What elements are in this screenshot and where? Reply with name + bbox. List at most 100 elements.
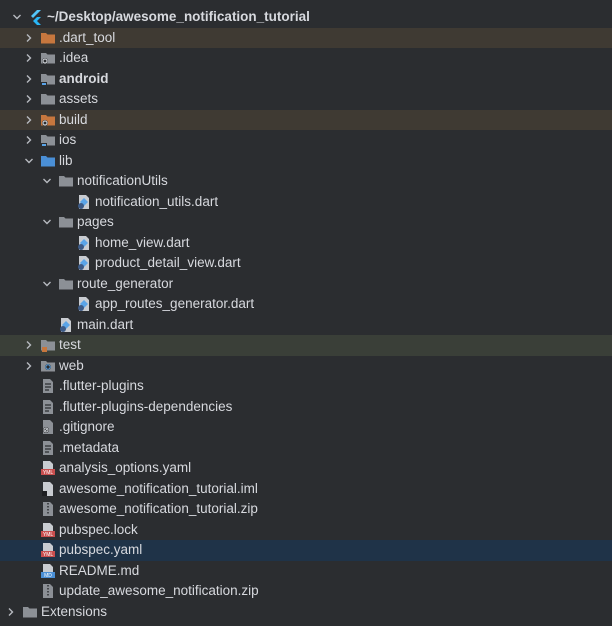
folder-source-icon <box>40 153 56 169</box>
chevron-down-icon[interactable] <box>22 154 36 168</box>
tree-item-label: README.md <box>59 562 140 578</box>
tree-row-metadata[interactable]: .metadata <box>0 438 612 459</box>
chevron-right-icon[interactable] <box>22 31 36 45</box>
iml-file-icon <box>40 481 56 497</box>
tree-item-label: notificationUtils <box>77 173 168 189</box>
tree-item-label: .dart_tool <box>59 29 116 45</box>
folder-icon <box>58 214 74 230</box>
folder-test-icon <box>40 337 56 353</box>
tree-row-gitignore[interactable]: .gitignore <box>0 417 612 438</box>
tree-row-project-root[interactable]: ~/Desktop/awesome_notification_tutorial <box>0 7 612 28</box>
chevron-right-icon[interactable] <box>22 51 36 65</box>
svg-text:YML: YML <box>43 552 54 558</box>
tree-item-label: awesome_notification_tutorial.iml <box>59 480 258 496</box>
tree-row-app-routes-generator-dart[interactable]: app_routes_generator.dart <box>0 294 612 315</box>
tree-item-label: analysis_options.yaml <box>59 460 192 476</box>
project-tree: ~/Desktop/awesome_notification_tutorial … <box>0 0 612 626</box>
tree-row-pages[interactable]: pages <box>0 212 612 233</box>
ignore-file-icon <box>40 419 56 435</box>
tree-item-label: android <box>59 70 109 86</box>
tree-item-label: ios <box>59 132 77 148</box>
tree-item-label: pages <box>77 214 114 230</box>
tree-row-readme-md[interactable]: MD README.md <box>0 561 612 582</box>
tree-item-label: app_routes_generator.dart <box>95 296 255 312</box>
tree-row-tutorial-zip[interactable]: awesome_notification_tutorial.zip <box>0 499 612 520</box>
tree-item-label: pubspec.yaml <box>59 542 143 558</box>
tree-row-pubspec-lock[interactable]: YML pubspec.lock <box>0 520 612 541</box>
tree-item-label: route_generator <box>77 275 174 291</box>
zip-file-icon <box>40 583 56 599</box>
folder-module-icon <box>40 71 56 87</box>
dart-file-icon <box>58 317 74 333</box>
chevron-right-icon[interactable] <box>22 92 36 106</box>
tree-item-label: notification_utils.dart <box>95 193 219 209</box>
tree-row-iml-file[interactable]: awesome_notification_tutorial.iml <box>0 479 612 500</box>
chevron-right-icon[interactable] <box>22 113 36 127</box>
tree-row-route-generator[interactable]: route_generator <box>0 274 612 295</box>
folder-module-icon <box>40 132 56 148</box>
tree-row-home-view-dart[interactable]: home_view.dart <box>0 233 612 254</box>
folder-orange-icon <box>40 30 56 46</box>
tree-row-analysis-options-yaml[interactable]: YML analysis_options.yaml <box>0 458 612 479</box>
tree-row-flutter-plugins-dependencies[interactable]: .flutter-plugins-dependencies <box>0 397 612 418</box>
tree-item-label: home_view.dart <box>95 234 190 250</box>
chevron-right-icon[interactable] <box>22 133 36 147</box>
tree-item-label: awesome_notification_tutorial.zip <box>59 501 258 517</box>
dart-file-icon <box>76 194 92 210</box>
svg-text:YML: YML <box>43 532 54 538</box>
dart-file-icon <box>76 296 92 312</box>
svg-text:MD: MD <box>44 573 52 579</box>
tree-row-android[interactable]: android <box>0 69 612 90</box>
chevron-down-icon[interactable] <box>40 174 54 188</box>
tree-item-label: .flutter-plugins <box>59 378 144 394</box>
dart-file-icon <box>76 235 92 251</box>
markdown-file-icon: MD <box>40 563 56 579</box>
chevron-right-icon[interactable] <box>22 359 36 373</box>
chevron-down-icon[interactable] <box>40 277 54 291</box>
tree-item-label: web <box>59 357 84 373</box>
folder-icon <box>58 276 74 292</box>
tree-row-dart-tool[interactable]: .dart_tool <box>0 27 612 48</box>
tree-item-label: .flutter-plugins-dependencies <box>59 398 233 414</box>
folder-icon <box>40 91 56 107</box>
tree-row-main-dart[interactable]: main.dart <box>0 315 612 336</box>
tree-row-lib[interactable]: lib <box>0 151 612 172</box>
tree-item-label: .idea <box>59 50 89 66</box>
tree-row-web[interactable]: web <box>0 356 612 377</box>
tree-item-label: build <box>59 111 88 127</box>
text-file-icon <box>40 399 56 415</box>
tree-item-label: lib <box>59 152 73 168</box>
chevron-right-icon[interactable] <box>22 338 36 352</box>
extensions-label: Extensions <box>41 603 108 619</box>
chevron-down-icon[interactable] <box>40 215 54 229</box>
yaml-file-icon: YML <box>40 542 56 558</box>
tree-row-notificationutils[interactable]: notificationUtils <box>0 171 612 192</box>
yaml-file-icon: YML <box>40 522 56 538</box>
tree-row-assets[interactable]: assets <box>0 89 612 110</box>
tree-item-label: test <box>59 337 81 353</box>
chevron-right-icon[interactable] <box>4 605 18 619</box>
tree-row-product-detail-view-dart[interactable]: product_detail_view.dart <box>0 253 612 274</box>
tree-row-flutter-plugins[interactable]: .flutter-plugins <box>0 376 612 397</box>
tree-row-build[interactable]: build <box>0 109 612 130</box>
tree-row-pubspec-yaml[interactable]: YML pubspec.yaml <box>0 540 612 561</box>
tree-row-test[interactable]: test <box>0 335 612 356</box>
tree-row-extensions[interactable]: Extensions <box>0 602 612 623</box>
tree-item-label: .metadata <box>59 439 120 455</box>
tree-row-idea[interactable]: .idea <box>0 48 612 69</box>
tree-item-label: update_awesome_notification.zip <box>59 583 259 599</box>
folder-icon <box>22 604 38 620</box>
text-file-icon <box>40 378 56 394</box>
text-file-icon <box>40 440 56 456</box>
tree-item-label: main.dart <box>77 316 134 332</box>
zip-file-icon <box>40 501 56 517</box>
chevron-down-icon[interactable] <box>10 10 24 24</box>
tree-row-update-zip[interactable]: update_awesome_notification.zip <box>0 581 612 602</box>
svg-text:YML: YML <box>43 470 54 476</box>
tree-row-ios[interactable]: ios <box>0 130 612 151</box>
tree-item-label: product_detail_view.dart <box>95 255 241 271</box>
project-root-label: ~/Desktop/awesome_notification_tutorial <box>47 9 310 25</box>
tree-row-notification-utils-dart[interactable]: notification_utils.dart <box>0 192 612 213</box>
folder-web-icon <box>40 358 56 374</box>
chevron-right-icon[interactable] <box>22 72 36 86</box>
